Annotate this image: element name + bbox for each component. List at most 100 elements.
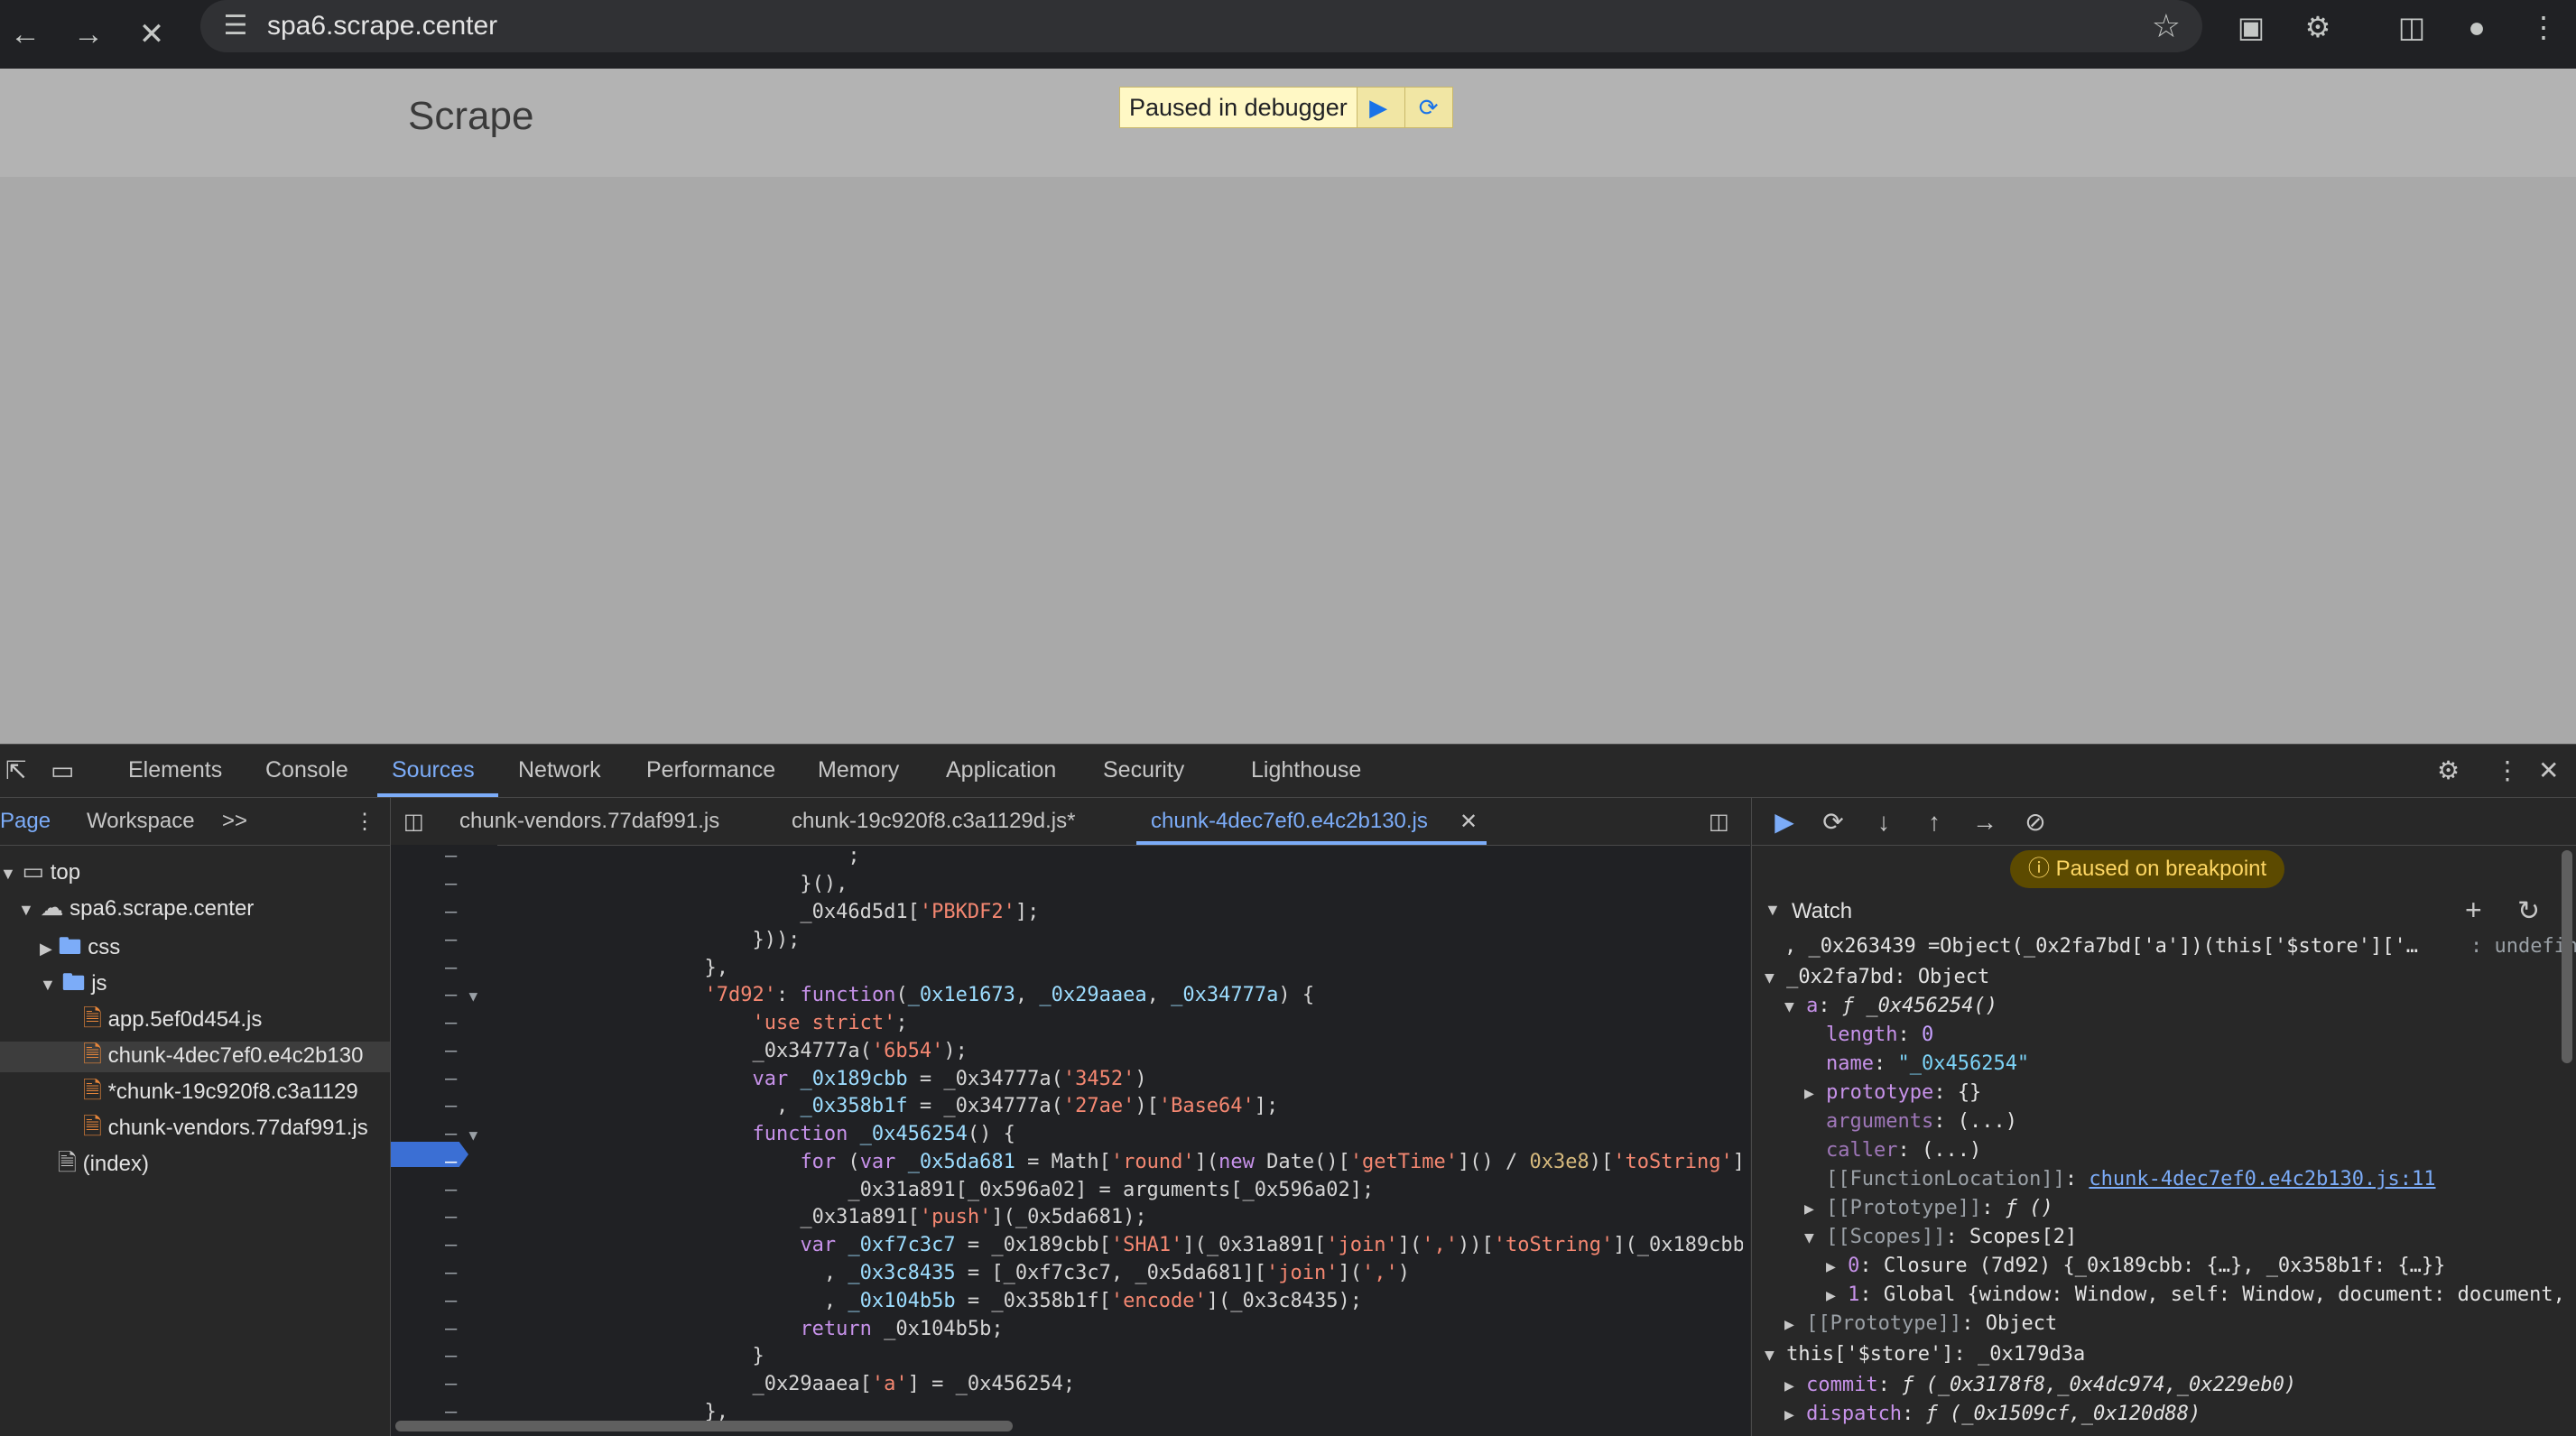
collapsed-triangle-icon: ▶ bbox=[40, 940, 52, 958]
close-tab-icon[interactable]: ✕ bbox=[1459, 809, 1478, 835]
cast-icon[interactable]: ▣ bbox=[2231, 7, 2271, 47]
tree-item-js[interactable]: ▼ 🖿 js bbox=[40, 966, 107, 1005]
inspect-element-icon[interactable]: ⇱ bbox=[5, 755, 26, 785]
site-title[interactable]: Scrape bbox=[408, 94, 533, 139]
navigator-tab-workspace[interactable]: Workspace bbox=[87, 809, 195, 834]
side-panel-icon[interactable]: ◫ bbox=[2392, 7, 2432, 47]
tab-lighthouse[interactable]: Lighthouse bbox=[1251, 757, 1361, 783]
editor-tab[interactable]: chunk-vendors.77daf991.js bbox=[459, 809, 719, 834]
tab-performance[interactable]: Performance bbox=[646, 757, 775, 783]
star-icon[interactable]: ☆ bbox=[2152, 7, 2181, 45]
step-out-icon[interactable]: ↑ bbox=[1914, 807, 1954, 838]
back-icon[interactable]: ← bbox=[4, 13, 47, 56]
browser-toolbar: ← → ✕ ☰ spa6.scrape.center ☆ ▣ ⚙ ◫ ● ⋮ bbox=[0, 0, 2576, 69]
prop-key: [[Prototype]] bbox=[1826, 1197, 1981, 1219]
extensions-icon[interactable]: ⚙ bbox=[2298, 7, 2338, 47]
deactivate-breakpoints-icon[interactable]: ⊘ bbox=[2015, 807, 2055, 838]
tab-memory[interactable]: Memory bbox=[818, 757, 899, 783]
menu-icon[interactable]: ⋮ bbox=[2524, 7, 2563, 47]
more-options-icon[interactable]: ⋮ bbox=[2495, 755, 2520, 785]
toggle-debugger-icon[interactable]: ◫ bbox=[1709, 809, 1729, 835]
watch-prop-row[interactable]: ▶ prototype: {} bbox=[1804, 1081, 1981, 1104]
watch-object-row[interactable]: ▼ _0x2fa7bd: Object bbox=[1765, 966, 1989, 988]
tree-file[interactable]: 🗎 app.5ef0d454.js bbox=[83, 1002, 262, 1042]
tree-label: (index) bbox=[83, 1152, 149, 1176]
tab-sources[interactable]: Sources bbox=[392, 757, 475, 783]
frame-icon: ▭ bbox=[23, 857, 45, 885]
gutter-dash: – bbox=[445, 1206, 457, 1228]
watch-prop-row[interactable]: ▼ a: ƒ _0x456254() bbox=[1784, 995, 1997, 1017]
address-bar[interactable]: ☰ spa6.scrape.center ☆ bbox=[200, 0, 2202, 52]
profile-icon[interactable]: ● bbox=[2457, 7, 2497, 47]
tab-security[interactable]: Security bbox=[1103, 757, 1184, 783]
gutter-dash: – bbox=[445, 901, 457, 923]
navigator-menu-icon[interactable]: ⋮ bbox=[354, 809, 375, 835]
navigator-tab-page[interactable]: Page bbox=[0, 809, 51, 834]
tree-item-domain[interactable]: ▼ ☁ spa6.scrape.center bbox=[18, 894, 254, 922]
url-text[interactable]: spa6.scrape.center bbox=[267, 11, 497, 42]
watch-prop-row[interactable]: ▶ 0: Closure (7d92) {_0x189cbb: {…}, _0x… bbox=[1826, 1255, 2548, 1277]
tune-icon[interactable]: ☰ bbox=[218, 9, 253, 43]
gutter-dash: – bbox=[445, 1234, 457, 1256]
toggle-navigator-icon[interactable]: ◫ bbox=[403, 809, 424, 835]
add-watch-icon[interactable]: + bbox=[2465, 894, 2482, 927]
code-line: return _0x104b5b; bbox=[633, 1318, 1004, 1340]
code-lines[interactable]: ; }(), _0x46d5d1['PBKDF2']; })); }, '7d9… bbox=[497, 845, 1743, 1422]
watch-prop-row[interactable]: caller: (...) bbox=[1826, 1139, 1981, 1162]
refresh-watch-icon[interactable]: ↻ bbox=[2517, 895, 2540, 927]
watch-prop-row[interactable]: [[FunctionLocation]]: chunk-4dec7ef0.e4c… bbox=[1826, 1168, 2436, 1190]
tree-file[interactable]: 🗎 chunk-vendors.77daf991.js bbox=[83, 1110, 368, 1150]
value-separator: : bbox=[2470, 935, 2495, 958]
watch-prop-row[interactable]: ▶ commit: ƒ (_0x3178f8,_0x4dc974,_0x229e… bbox=[1784, 1374, 2296, 1396]
collapsed-triangle-icon: ▶ bbox=[1804, 1084, 1814, 1103]
gutter-dash: – bbox=[445, 1290, 457, 1312]
step-into-icon[interactable]: ↓ bbox=[1864, 807, 1904, 838]
step-icon[interactable]: → bbox=[1965, 807, 2005, 838]
tree-item-top[interactable]: ▼ ▭ top bbox=[0, 857, 80, 885]
prop-value: 0 bbox=[1922, 1024, 1933, 1046]
collapsed-triangle-icon: ▶ bbox=[1826, 1257, 1836, 1276]
watch-expression-text: , _0x263439 =Object(_0x2fa7bd['a'])(this… bbox=[1784, 935, 2418, 958]
watch-prop-row[interactable]: ▶ dispatch: ƒ (_0x1509cf,_0x120d88) bbox=[1784, 1403, 2201, 1433]
expanded-triangle-icon: ▼ bbox=[1765, 968, 1774, 987]
watch-expression[interactable]: , _0x263439 =Object(_0x2fa7bd['a'])(this… bbox=[1784, 935, 2497, 958]
collapsed-triangle-icon: ▶ bbox=[1784, 1315, 1794, 1334]
tree-item-index[interactable]: 🗎 (index) bbox=[58, 1146, 149, 1186]
device-toolbar-icon[interactable]: ▭ bbox=[51, 755, 74, 785]
gutter-dash: – bbox=[445, 1179, 457, 1201]
tree-file[interactable]: 🗎 chunk-4dec7ef0.e4c2b130 bbox=[83, 1038, 363, 1078]
tree-item-css[interactable]: ▶ 🖿 css bbox=[40, 930, 120, 969]
watch-header[interactable]: ▼ Watch + ↻ bbox=[1752, 894, 2576, 930]
settings-icon[interactable]: ⚙ bbox=[2437, 755, 2460, 785]
editor-tab[interactable]: chunk-19c920f8.c3a1129d.js* bbox=[792, 809, 1075, 834]
watch-prop-row[interactable]: ▶ 1: Global {window: Window, self: Windo… bbox=[1826, 1283, 2566, 1306]
prop-key: prototype bbox=[1826, 1081, 1933, 1104]
prop-value: (...) bbox=[1922, 1139, 1981, 1162]
collapsed-triangle-icon: ▶ bbox=[1826, 1286, 1836, 1305]
forward-icon[interactable]: → bbox=[67, 13, 110, 56]
page-viewport: Scrape Paused in debugger ▶ ⟳ bbox=[0, 69, 2576, 744]
resume-icon[interactable]: ▶ bbox=[1765, 807, 1804, 838]
watch-prop-row[interactable]: ▼ [[Scopes]]: Scopes[2] bbox=[1804, 1226, 2077, 1248]
watch-prop-row[interactable]: ▶ [[Prototype]]: Object bbox=[1784, 1312, 2057, 1335]
horizontal-scrollbar[interactable] bbox=[395, 1421, 1013, 1431]
watch-prop-row[interactable]: arguments: (...) bbox=[1826, 1110, 2017, 1133]
step-over-icon[interactable]: ⟳ bbox=[1813, 807, 1853, 838]
devtools-tabbar: ⇱ ▭ Elements Console Sources Network Per… bbox=[0, 745, 2576, 798]
step-over-icon[interactable]: ⟳ bbox=[1404, 88, 1452, 127]
tab-network[interactable]: Network bbox=[518, 757, 601, 783]
vertical-scrollbar[interactable] bbox=[2562, 850, 2572, 1063]
stop-icon[interactable]: ✕ bbox=[130, 13, 173, 56]
more-tabs-icon[interactable]: >> bbox=[222, 809, 247, 834]
tree-file[interactable]: 🗎 *chunk-19c920f8.c3a1129 bbox=[83, 1074, 358, 1114]
tab-application[interactable]: Application bbox=[946, 757, 1056, 783]
watch-object-row[interactable]: ▼ this['$store']: _0x179d3a bbox=[1765, 1343, 2085, 1366]
watch-prop-row[interactable]: ▶ [[Prototype]]: ƒ () bbox=[1804, 1197, 2053, 1219]
function-location-link[interactable]: chunk-4dec7ef0.e4c2b130.js:11 bbox=[2089, 1168, 2435, 1190]
resume-icon[interactable]: ▶ bbox=[1357, 88, 1404, 127]
editor-tab-active[interactable]: chunk-4dec7ef0.e4c2b130.js bbox=[1151, 809, 1428, 834]
line-gutter[interactable]: – – – – – – ▼ – – – – – ▼ – – – – – – – … bbox=[391, 845, 497, 1422]
close-devtools-icon[interactable]: ✕ bbox=[2538, 755, 2559, 785]
tab-elements[interactable]: Elements bbox=[128, 757, 222, 783]
tab-console[interactable]: Console bbox=[265, 757, 348, 783]
